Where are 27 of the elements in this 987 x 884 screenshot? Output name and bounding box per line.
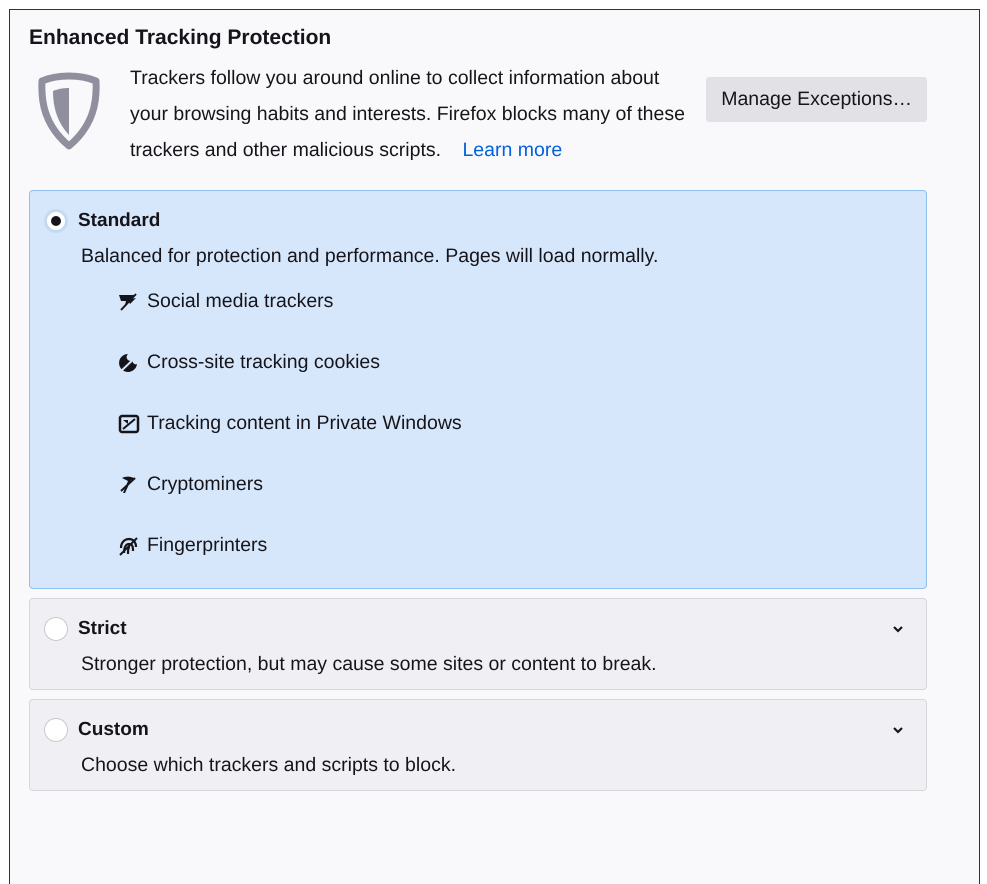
tracker-label: Tracking content in Private Windows <box>147 412 462 435</box>
radio-button[interactable] <box>44 718 68 742</box>
tracker-label: Cryptominers <box>147 473 263 496</box>
option-label: Standard <box>78 210 160 232</box>
section-title: Enhanced Tracking Protection <box>29 26 332 50</box>
option-card[interactable]: Strict Stronger protection, but may cause some sites or content to break. <box>29 598 927 690</box>
tracker-label: Social media trackers <box>147 290 334 313</box>
option-label: Custom <box>78 719 149 741</box>
radio-button[interactable] <box>44 209 68 233</box>
shield-icon <box>37 72 101 150</box>
option-description: Balanced for protection and performance. Pages will load normally. <box>81 245 660 268</box>
selected-option-card[interactable]: Standard Balanced for protection and performance. Pages will load normally. Social media trackers Cross-site tracking cookies Tracking content in Private Windows Cryptominers Fingerprinters <box>29 190 927 589</box>
tracker-label: Cross-site tracking cookies <box>147 351 380 374</box>
option-card[interactable]: Custom Choose which trackers and scripts to block. <box>29 699 927 791</box>
learn-more-link[interactable]: Learn more <box>462 139 562 161</box>
option-label: Strict <box>78 618 127 640</box>
cookie-icon <box>118 352 140 372</box>
option-description: Choose which trackers and scripts to block. <box>81 754 457 777</box>
chevron-icon[interactable] <box>892 625 904 633</box>
manage-exceptions-button[interactable]: Manage Exceptions… <box>706 77 927 122</box>
blocked-content-icon <box>118 414 140 434</box>
option-description: Stronger protection, but may cause some sites or content to break. <box>81 653 658 676</box>
tracker-label: Fingerprinters <box>147 534 268 557</box>
fingerprint-icon <box>118 536 140 556</box>
section-description: Trackers follow you around online to collect information about your browsing habits and interests. Firefox blocks many of these trackers and other malicious scripts. Learn more <box>130 66 686 163</box>
radio-button[interactable] <box>44 617 68 641</box>
chevron-icon[interactable] <box>892 726 904 734</box>
